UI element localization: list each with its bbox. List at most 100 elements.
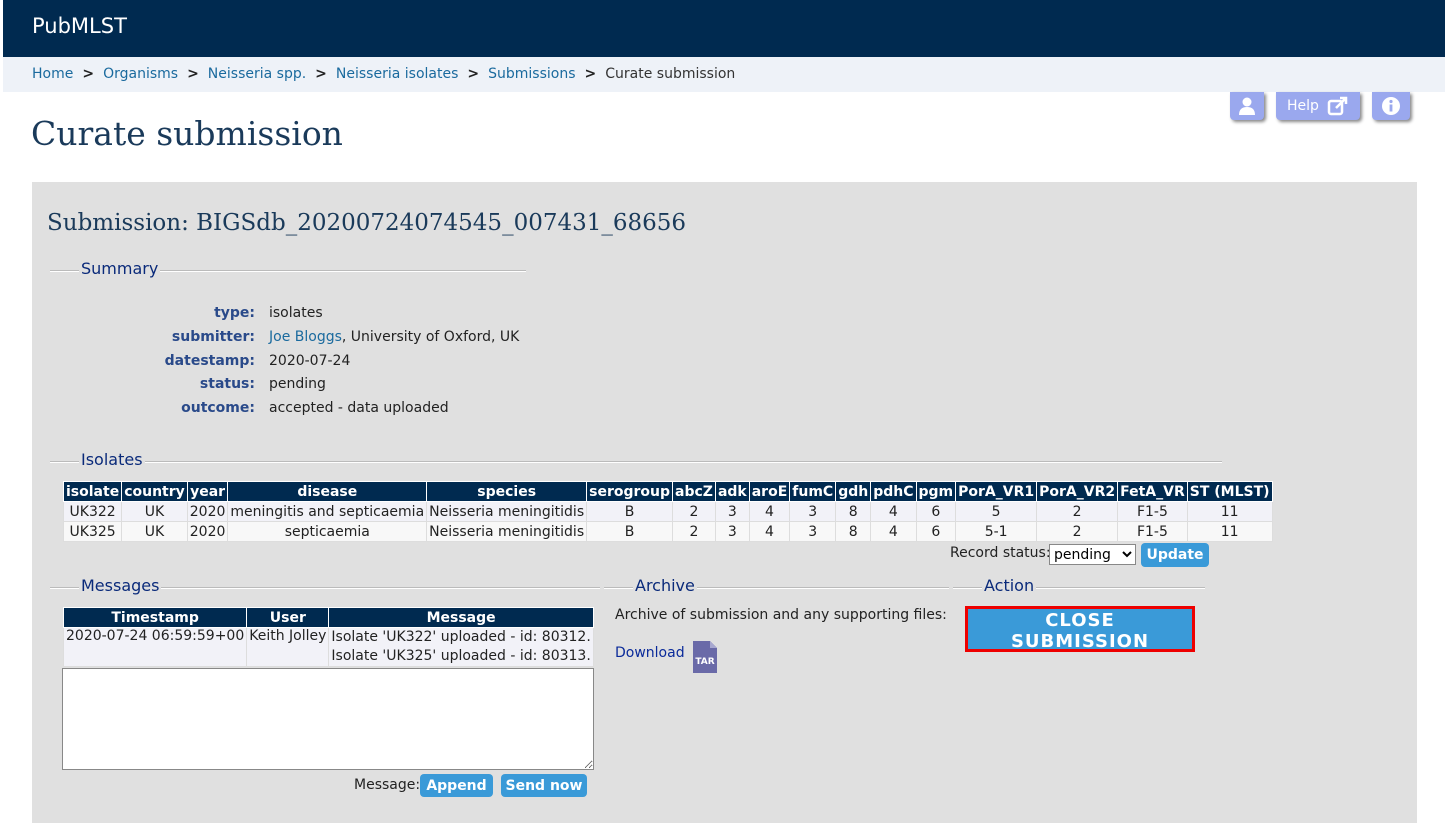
isolate-cell: B xyxy=(586,521,674,542)
help-button[interactable]: Help xyxy=(1276,92,1360,120)
update-button[interactable]: Update xyxy=(1141,543,1209,567)
isolates-col-header: PorA_VR2 xyxy=(1036,481,1119,502)
isolate-cell: septicaemia xyxy=(227,521,428,542)
record-status-label: Record status: xyxy=(950,545,1051,561)
isolates-col-header: abcZ xyxy=(672,481,716,502)
close-submission-button[interactable]: CLOSE SUBMISSION xyxy=(968,609,1192,652)
brand-logo[interactable]: PubMLST xyxy=(32,14,127,38)
breadcrumb-current: Curate submission xyxy=(605,66,736,82)
isolate-cell: UK325 xyxy=(62,521,123,542)
summary-key-status: status: xyxy=(199,376,255,392)
isolates-col-header: disease xyxy=(227,481,428,502)
record-status-select[interactable]: pending xyxy=(1049,544,1136,565)
isolate-cell: 3 xyxy=(789,501,837,522)
isolate-cell: 2 xyxy=(1036,521,1119,542)
isolate-cell: 5-1 xyxy=(955,521,1038,542)
breadcrumb-separator: > xyxy=(584,66,597,82)
submission-panel: Submission: BIGSdb_20200724074545_007431… xyxy=(32,182,1417,823)
isolates-col-header: fumC xyxy=(789,481,837,502)
help-label: Help xyxy=(1287,98,1319,114)
breadcrumb-neisseria-isolates[interactable]: Neisseria isolates xyxy=(336,66,458,82)
isolate-cell: UK322 xyxy=(62,501,123,522)
isolates-col-header: PorA_VR1 xyxy=(955,481,1038,502)
isolates-header-row: isolate country year disease species serogrou… xyxy=(62,481,1273,502)
isolate-cell: B xyxy=(586,501,674,522)
isolate-cell: 3 xyxy=(714,521,750,542)
message-textarea[interactable] xyxy=(62,668,594,770)
isolate-row: UK325 UK 2020 septicaemia Neisseria meningit… xyxy=(62,521,1273,542)
user-account-button[interactable] xyxy=(1230,92,1264,120)
isolate-cell: F1-5 xyxy=(1117,521,1188,542)
isolate-cell: meningitis and septicaemia xyxy=(227,501,428,522)
isolate-cell: 2 xyxy=(672,501,716,522)
isolate-cell: 3 xyxy=(789,521,837,542)
summary-value-submitter: Joe Bloggs, University of Oxford, UK xyxy=(269,329,520,345)
breadcrumb-separator: > xyxy=(82,66,95,82)
isolates-col-header: species xyxy=(426,481,588,502)
breadcrumb-separator: > xyxy=(315,66,327,82)
summary-key-type: type: xyxy=(214,305,255,321)
breadcrumb-separator: > xyxy=(467,66,480,82)
isolate-cell: 5 xyxy=(955,501,1038,522)
isolates-col-header: pdhC xyxy=(870,481,917,502)
isolates-col-header: adk xyxy=(714,481,750,502)
info-button[interactable] xyxy=(1372,92,1410,120)
message-line: Isolate 'UK325' uploaded - id: 80313. xyxy=(331,648,591,664)
isolate-cell: 11 xyxy=(1186,501,1273,522)
isolate-cell: 4 xyxy=(748,501,791,522)
isolates-col-header: aroE xyxy=(748,481,791,502)
summary-key-outcome: outcome: xyxy=(181,400,255,416)
isolate-cell: F1-5 xyxy=(1117,501,1188,522)
isolate-cell: 11 xyxy=(1186,521,1273,542)
isolates-col-header: FetA_VR xyxy=(1117,481,1188,502)
isolate-cell: 3 xyxy=(714,501,750,522)
append-button[interactable]: Append xyxy=(420,774,493,797)
isolates-col-header: gdh xyxy=(835,481,872,502)
isolate-cell: UK xyxy=(121,521,188,542)
message-label: Message: xyxy=(354,777,421,793)
breadcrumb: Home > Organisms > Neisseria spp. > Neisseria … xyxy=(3,57,1445,92)
messages-table: Timestamp User Message 2020-07-24 06:59:… xyxy=(62,607,594,667)
isolates-legend: Isolates xyxy=(79,450,145,469)
message-text: Isolate 'UK322' uploaded - id: 80312. Is… xyxy=(328,627,594,667)
action-legend: Action xyxy=(982,576,1037,595)
isolate-cell: 2020 xyxy=(186,501,229,522)
isolates-table: isolate country year disease species serogrou… xyxy=(62,481,1273,542)
page-title: Curate submission xyxy=(31,114,343,153)
message-user: Keith Jolley xyxy=(246,627,330,667)
messages-col-message: Message xyxy=(328,607,594,628)
tar-file-icon[interactable]: TAR xyxy=(692,640,718,674)
summary-value-outcome: accepted - data uploaded xyxy=(269,400,449,416)
tar-icon-label: TAR xyxy=(695,657,714,667)
isolates-col-header: country xyxy=(121,481,188,502)
messages-legend: Messages xyxy=(79,576,162,595)
isolate-cell: 6 xyxy=(915,521,957,542)
isolate-cell: 2 xyxy=(1036,501,1119,522)
submission-title: Submission: BIGSdb_20200724074545_007431… xyxy=(47,210,687,236)
close-submission-highlight: CLOSE SUBMISSION xyxy=(965,606,1195,652)
isolates-divider xyxy=(50,461,1222,463)
submitter-link[interactable]: Joe Bloggs xyxy=(269,329,342,345)
isolate-cell: 8 xyxy=(835,521,872,542)
breadcrumb-neisseria-spp[interactable]: Neisseria spp. xyxy=(208,66,306,82)
send-now-button[interactable]: Send now xyxy=(501,774,587,797)
breadcrumb-organisms[interactable]: Organisms xyxy=(103,66,178,82)
breadcrumb-submissions[interactable]: Submissions xyxy=(488,66,575,82)
isolate-cell: 6 xyxy=(915,501,957,522)
isolate-cell: 4 xyxy=(748,521,791,542)
summary-key-submitter: submitter: xyxy=(171,329,255,345)
archive-legend: Archive xyxy=(633,576,697,595)
isolates-col-header: ST (MLST) xyxy=(1186,481,1273,502)
archive-description: Archive of submission and any supporting… xyxy=(615,607,947,623)
messages-header-row: Timestamp User Message xyxy=(62,607,594,628)
message-timestamp: 2020-07-24 06:59:59+00 xyxy=(62,627,248,667)
isolates-col-header: serogroup xyxy=(586,481,674,502)
isolate-cell: Neisseria meningitidis xyxy=(426,521,588,542)
download-link[interactable]: Download xyxy=(615,645,685,661)
isolate-cell: 2020 xyxy=(186,521,229,542)
user-icon xyxy=(1239,97,1255,115)
message-line: Isolate 'UK322' uploaded - id: 80312. xyxy=(331,629,591,645)
top-bar: PubMLST xyxy=(3,0,1445,57)
isolate-cell: UK xyxy=(121,501,188,522)
breadcrumb-home[interactable]: Home xyxy=(32,66,73,82)
